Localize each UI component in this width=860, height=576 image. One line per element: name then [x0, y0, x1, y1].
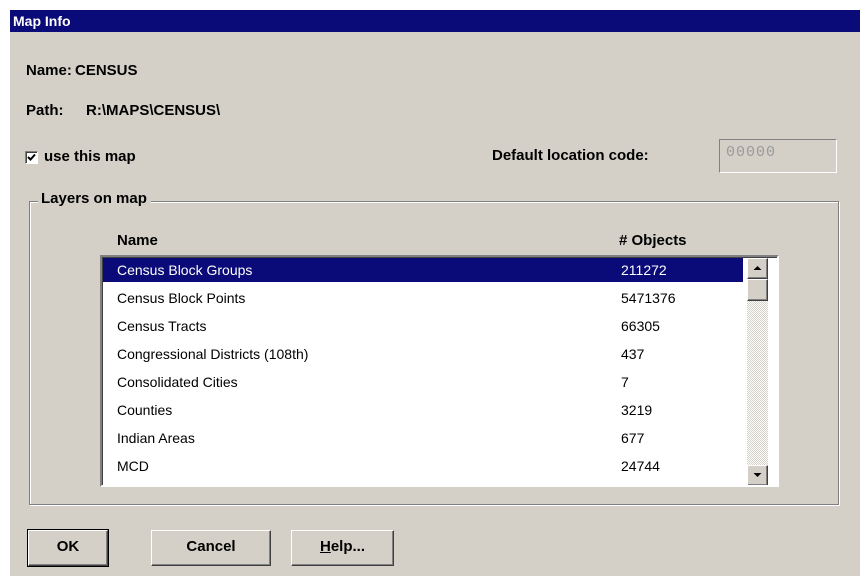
layer-name: Indian Areas — [117, 430, 195, 446]
name-caption: Name: — [26, 62, 72, 79]
layer-object-count: 677 — [621, 430, 645, 446]
checkmark-icon — [27, 153, 36, 161]
layer-object-count: 3219 — [621, 402, 653, 418]
layer-name: Congressional Districts (108th) — [117, 346, 309, 362]
list-item[interactable]: Counties 3219 — [103, 398, 743, 422]
use-map-checkbox[interactable] — [25, 151, 38, 164]
scroll-up-button[interactable] — [747, 258, 768, 279]
map-path-value: R:\MAPS\CENSUS\ — [86, 102, 221, 119]
layers-group-title: Layers on map — [38, 190, 151, 207]
layer-object-count: 5471376 — [621, 290, 676, 306]
layer-object-count: 211272 — [621, 262, 667, 278]
vertical-scrollbar[interactable] — [747, 258, 768, 485]
list-item[interactable]: MCD 24744 — [103, 454, 743, 478]
layer-name: Census Tracts — [117, 318, 207, 334]
map-name-value: CENSUS — [75, 62, 138, 79]
default-location-input[interactable]: 00000 — [719, 139, 837, 173]
path-caption: Path: — [26, 102, 64, 119]
layers-list[interactable]: Census Block Groups 211272 Census Block … — [100, 255, 779, 487]
list-item[interactable]: Indian Areas 677 — [103, 426, 743, 450]
list-item[interactable]: Consolidated Cities 7 — [103, 370, 743, 394]
layer-name: Census Block Groups — [117, 262, 253, 278]
layer-object-count: 437 — [621, 346, 645, 362]
use-map-label[interactable]: use this map — [44, 148, 136, 165]
layer-name: Counties — [117, 402, 173, 418]
layer-name: Consolidated Cities — [117, 374, 238, 390]
arrow-up-icon — [753, 266, 762, 270]
help-mnemonic: H — [319, 538, 331, 555]
layer-name: Census Block Points — [117, 290, 246, 306]
default-location-label: Default location code: — [492, 147, 649, 164]
arrow-down-icon — [753, 473, 762, 477]
layer-name: MCD — [117, 458, 149, 474]
column-header-objects: # Objects — [619, 232, 687, 249]
list-item[interactable]: Census Tracts 66305 — [103, 314, 743, 338]
column-header-name: Name — [117, 232, 158, 249]
list-item[interactable]: Congressional Districts (108th) 437 — [103, 342, 743, 366]
cancel-button[interactable]: Cancel — [151, 530, 271, 566]
map-info-dialog: Map Info Name: CENSUS Path: R:\MAPS\CENS… — [10, 10, 860, 576]
help-label: elp... — [330, 538, 366, 555]
scroll-down-button[interactable] — [747, 465, 768, 485]
list-item[interactable]: Census Block Points 5471376 — [103, 286, 743, 310]
title-bar: Map Info — [10, 10, 860, 32]
layer-object-count: 24744 — [621, 458, 660, 474]
layer-object-count: 66305 — [621, 318, 660, 334]
list-item[interactable]: Census Block Groups 211272 — [103, 258, 743, 282]
ok-button[interactable]: OK — [27, 529, 109, 567]
help-button[interactable]: Help... — [291, 530, 394, 566]
scroll-thumb[interactable] — [747, 279, 768, 301]
layer-object-count: 7 — [621, 374, 629, 390]
